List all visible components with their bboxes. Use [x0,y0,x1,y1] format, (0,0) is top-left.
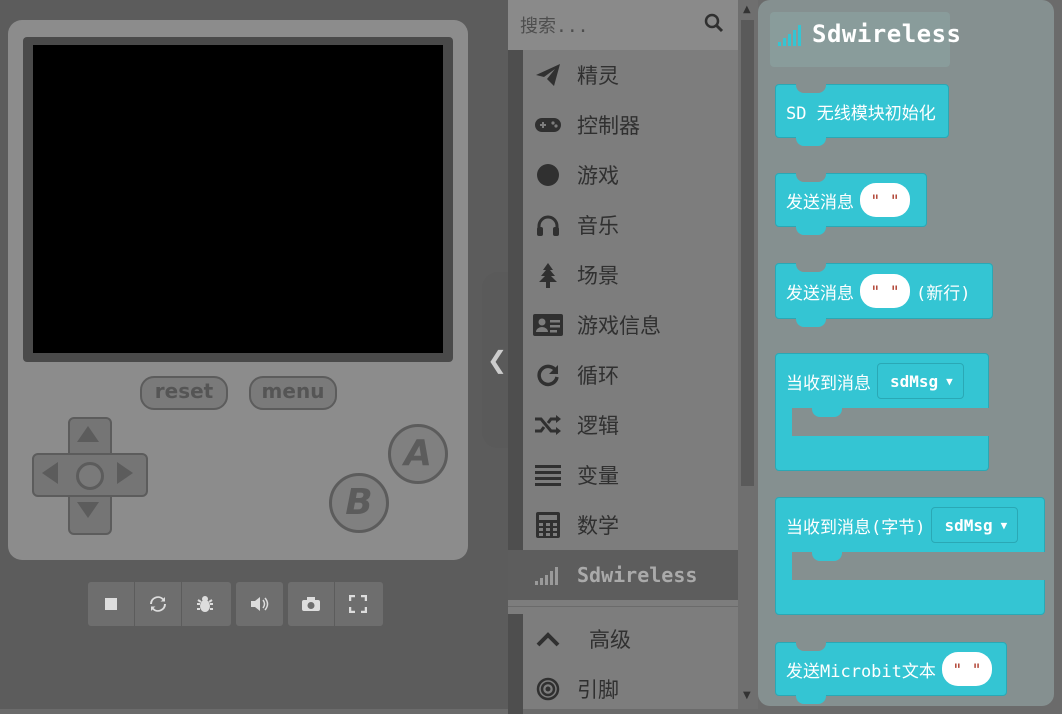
list-icon [523,464,573,486]
headphones-icon [523,214,573,236]
block-send-microbit-text[interactable]: 发送Microbit文本 " " [775,642,1007,704]
sound-icon[interactable] [236,582,282,626]
search-input[interactable] [518,8,702,44]
search-icon[interactable] [704,13,724,37]
reset-button[interactable]: reset [140,376,228,410]
toolbox-scrollbar[interactable]: ▲ ▼ [738,0,758,709]
block-label: 当收到消息 [786,373,871,394]
chevron-left-icon: ❮ [486,346,508,374]
a-button[interactable]: A [388,424,448,484]
caret-down-icon: ▼ [946,374,953,388]
block-label: 当收到消息(字节) [786,517,926,538]
category-scene[interactable]: 场景 [508,250,738,300]
category-label: Sdwireless [577,563,698,587]
screenshot-icon[interactable] [288,582,335,626]
category-loops[interactable]: 循环 [508,350,738,400]
block-label: 发送消息 [786,283,854,304]
flyout-title: Sdwireless [812,20,962,48]
fullscreen-icon[interactable] [335,582,381,626]
signal-icon [523,565,573,585]
category-pins[interactable]: 引脚 [508,664,738,714]
variable-dropdown[interactable]: sdMsg ▼ [931,507,1019,543]
category-label: 循环 [577,364,619,388]
category-label: 引脚 [577,678,619,702]
category-label: 游戏信息 [577,314,661,338]
category-game[interactable]: 游戏 [508,150,738,200]
category-advanced[interactable]: 高级 [508,614,738,664]
advanced-label: 高级 [589,628,631,652]
target-icon [523,677,573,701]
dpad-left-icon[interactable] [42,462,58,484]
block-label: SD 无线模块初始化 [786,103,936,124]
category-label: 游戏 [577,164,619,188]
debug-icon[interactable] [182,582,228,626]
category-sprites[interactable]: 精灵 [508,50,738,100]
block-on-receive-bytes[interactable]: 当收到消息(字节) sdMsg ▼ [775,497,1045,615]
category-label: 控制器 [577,114,640,138]
block-label: 发送消息 [786,192,854,213]
game-screen[interactable] [33,45,443,353]
screen-bezel [23,37,453,362]
menu-button[interactable]: menu [249,376,337,410]
shuffle-icon [523,414,573,436]
category-label: 变量 [577,464,619,488]
calculator-icon [523,512,573,538]
category-math[interactable]: 数学 [508,500,738,550]
dropdown-value: sdMsg [944,515,993,535]
caret-down-icon: ▼ [1000,518,1008,532]
dpad-up-icon[interactable] [77,426,99,442]
category-controller[interactable]: 控制器 [508,100,738,150]
sim-toolbar-sound [236,582,283,626]
circle-icon [523,163,573,187]
string-input[interactable]: " " [860,183,910,217]
chevron-up-icon [523,631,573,647]
blocks-flyout: Sdwireless SD 无线模块初始化 发送消息 " " 发送消息 " " … [758,0,1054,706]
refresh-icon [523,363,573,387]
category-label: 数学 [577,514,619,538]
dpad-down-icon[interactable] [77,502,99,518]
sim-toolbar-left [88,582,231,626]
category-music[interactable]: 音乐 [508,200,738,250]
block-label: 发送Microbit文本 [786,661,936,682]
category-sdwireless[interactable]: Sdwireless [508,550,738,600]
signal-icon [778,24,804,50]
category-game-info[interactable]: 游戏信息 [508,300,738,350]
scroll-thumb[interactable] [741,20,754,486]
tree-icon [523,262,573,288]
b-button[interactable]: B [329,473,389,533]
simulator-panel: reset menu A B [0,0,508,709]
category-label: 精灵 [577,64,619,88]
id-card-icon [523,314,573,336]
category-variables[interactable]: 变量 [508,450,738,500]
scroll-up-icon[interactable]: ▲ [743,4,751,15]
toolbox: 精灵 控制器 游戏 音乐 场景 游戏信息 循环 逻辑 变量 [508,0,738,714]
block-on-receive[interactable]: 当收到消息 sdMsg ▼ [775,353,989,471]
stop-icon[interactable] [88,582,135,626]
dpad-right-icon[interactable] [117,462,133,484]
variable-dropdown[interactable]: sdMsg ▼ [877,363,964,399]
string-input[interactable]: " " [941,652,992,686]
category-label: 逻辑 [577,414,619,438]
sim-toolbar-right [288,582,383,626]
block-label-suffix: (新行) [916,283,971,304]
gamepad-icon [523,116,573,134]
scroll-down-icon[interactable]: ▼ [743,690,751,701]
category-logic[interactable]: 逻辑 [508,400,738,450]
block-sd-init[interactable]: SD 无线模块初始化 [775,84,949,146]
restart-icon[interactable] [135,582,182,626]
paper-plane-icon [523,63,573,87]
block-send-message[interactable]: 发送消息 " " [775,173,927,235]
dropdown-value: sdMsg [890,371,939,391]
block-send-message-newline[interactable]: 发送消息 " " (新行) [775,263,993,327]
string-input[interactable]: " " [860,274,910,308]
category-label: 场景 [577,264,619,288]
search-box [508,0,738,50]
category-label: 音乐 [577,214,619,238]
dpad-center [76,462,104,490]
